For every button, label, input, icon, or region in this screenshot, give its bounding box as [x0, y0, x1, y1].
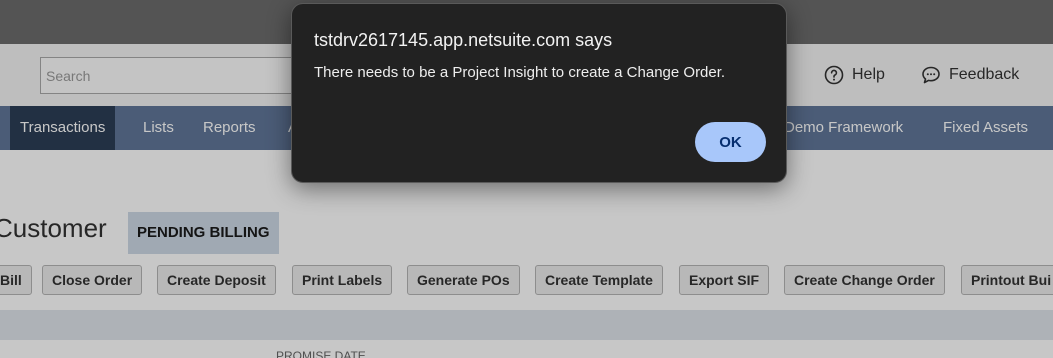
- ok-button[interactable]: OK: [695, 122, 766, 162]
- dialog-message: There needs to be a Project Insight to c…: [314, 64, 726, 81]
- dialog-title: tstdrv2617145.app.netsuite.com says: [314, 30, 613, 50]
- alert-dialog: tstdrv2617145.app.netsuite.com says Ther…: [291, 3, 787, 183]
